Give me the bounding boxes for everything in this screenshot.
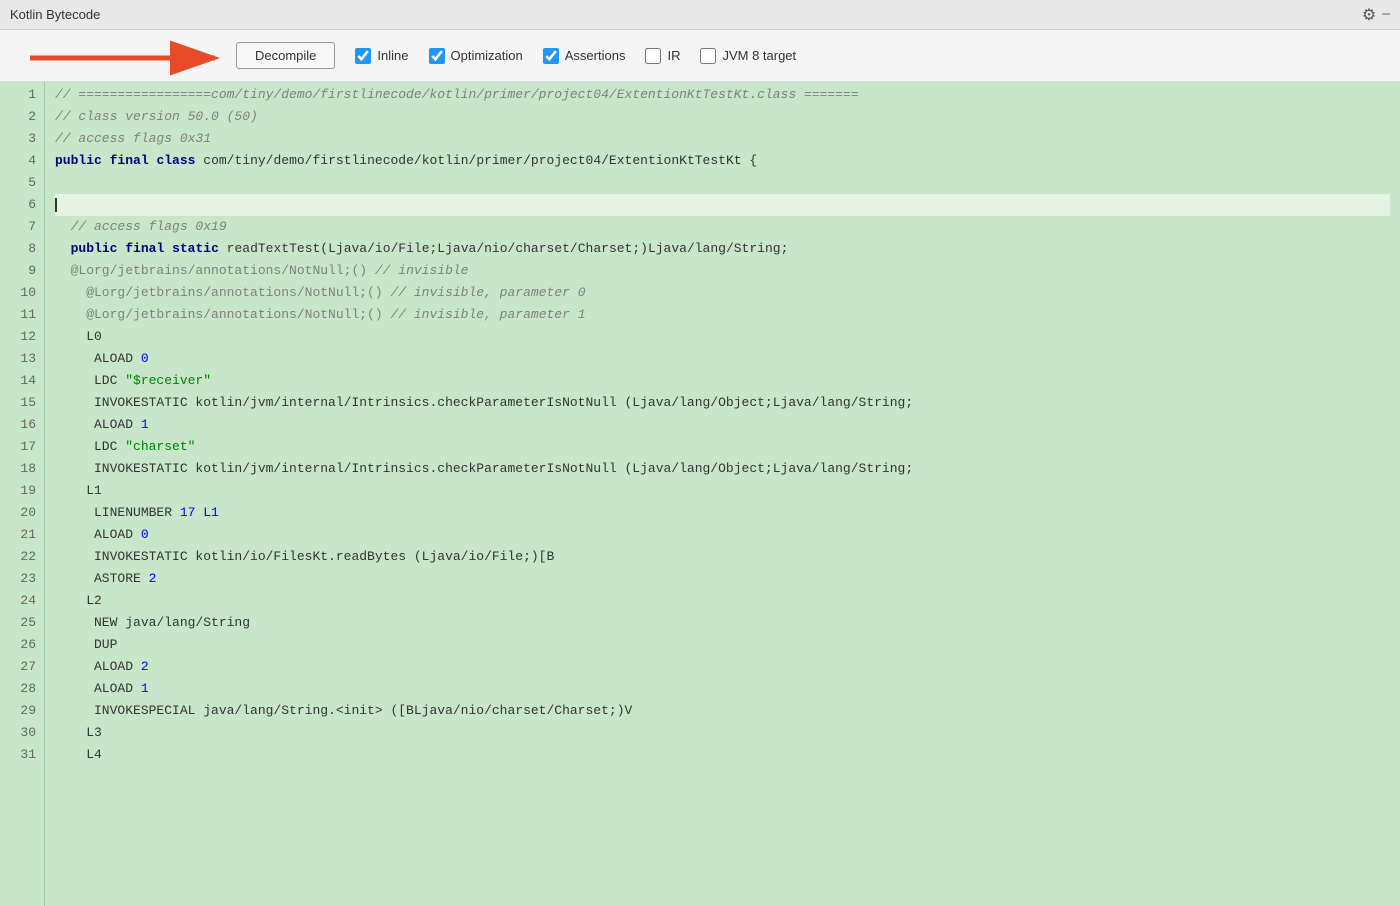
code-line: L4 [55,744,1390,766]
code-line: L0 [55,326,1390,348]
jvm8-label: JVM 8 target [722,48,796,63]
title-bar: Kotlin Bytecode ⚙ ─ [0,0,1400,30]
code-line [55,194,1390,216]
line-number: 10 [8,282,36,304]
line-number: 19 [8,480,36,502]
line-number: 12 [8,326,36,348]
code-line [55,172,1390,194]
line-number: 6 [8,194,36,216]
code-line: L3 [55,722,1390,744]
jvm8-checkbox[interactable] [700,48,716,64]
line-number: 24 [8,590,36,612]
code-line: ALOAD 1 [55,678,1390,700]
inline-checkbox[interactable] [355,48,371,64]
line-number: 11 [8,304,36,326]
code-line: // access flags 0x19 [55,216,1390,238]
code-line: @Lorg/jetbrains/annotations/NotNull;() /… [55,260,1390,282]
optimization-label: Optimization [451,48,523,63]
inline-label: Inline [377,48,408,63]
line-number: 27 [8,656,36,678]
code-line: LDC "$receiver" [55,370,1390,392]
line-number: 31 [8,744,36,766]
line-number: 26 [8,634,36,656]
line-number: 9 [8,260,36,282]
optimization-checkbox[interactable] [429,48,445,64]
code-line: public final static readTextTest(Ljava/i… [55,238,1390,260]
toolbar: Decompile Inline Optimization Assertions… [0,30,1400,82]
code-line: ALOAD 2 [55,656,1390,678]
line-number: 4 [8,150,36,172]
window-title: Kotlin Bytecode [10,7,100,22]
code-line: L2 [55,590,1390,612]
code-line: ALOAD 0 [55,524,1390,546]
code-line: ALOAD 1 [55,414,1390,436]
line-number: 18 [8,458,36,480]
line-numbers: 1234567891011121314151617181920212223242… [0,82,45,906]
line-number: 5 [8,172,36,194]
ir-checkbox-group[interactable]: IR [645,48,680,64]
arrow-annotation [30,38,230,83]
code-line: NEW java/lang/String [55,612,1390,634]
code-line: L1 [55,480,1390,502]
code-line: DUP [55,634,1390,656]
code-line: INVOKESTATIC kotlin/jvm/internal/Intrins… [55,458,1390,480]
inline-checkbox-group[interactable]: Inline [355,48,408,64]
line-number: 3 [8,128,36,150]
code-line: // access flags 0x31 [55,128,1390,150]
line-number: 14 [8,370,36,392]
line-number: 23 [8,568,36,590]
line-number: 25 [8,612,36,634]
code-area: 1234567891011121314151617181920212223242… [0,82,1400,906]
assertions-checkbox-group[interactable]: Assertions [543,48,626,64]
code-line: LDC "charset" [55,436,1390,458]
code-line: INVOKESPECIAL java/lang/String.<init> ([… [55,700,1390,722]
code-line: @Lorg/jetbrains/annotations/NotNull;() /… [55,282,1390,304]
line-number: 22 [8,546,36,568]
minimize-icon: ─ [1382,7,1390,22]
line-number: 15 [8,392,36,414]
line-number: 8 [8,238,36,260]
line-number: 28 [8,678,36,700]
assertions-label: Assertions [565,48,626,63]
line-number: 1 [8,84,36,106]
line-number: 2 [8,106,36,128]
code-line: INVOKESTATIC kotlin/io/FilesKt.readBytes… [55,546,1390,568]
assertions-checkbox[interactable] [543,48,559,64]
decompile-button[interactable]: Decompile [236,42,335,69]
code-line: // class version 50.0 (50) [55,106,1390,128]
jvm8-checkbox-group[interactable]: JVM 8 target [700,48,796,64]
line-number: 20 [8,502,36,524]
line-number: 21 [8,524,36,546]
code-line: ALOAD 0 [55,348,1390,370]
line-number: 13 [8,348,36,370]
settings-button[interactable]: ⚙ [1362,5,1376,25]
line-number: 29 [8,700,36,722]
line-number: 17 [8,436,36,458]
code-content[interactable]: // =================com/tiny/demo/firstl… [45,82,1400,906]
code-line: LINENUMBER 17 L1 [55,502,1390,524]
code-line: ASTORE 2 [55,568,1390,590]
code-line: public final class com/tiny/demo/firstli… [55,150,1390,172]
code-line: @Lorg/jetbrains/annotations/NotNull;() /… [55,304,1390,326]
code-line: INVOKESTATIC kotlin/jvm/internal/Intrins… [55,392,1390,414]
title-bar-actions: ⚙ ─ [1362,5,1390,25]
line-number: 7 [8,216,36,238]
optimization-checkbox-group[interactable]: Optimization [429,48,523,64]
code-line: // =================com/tiny/demo/firstl… [55,84,1390,106]
line-number: 30 [8,722,36,744]
ir-checkbox[interactable] [645,48,661,64]
ir-label: IR [667,48,680,63]
line-number: 16 [8,414,36,436]
